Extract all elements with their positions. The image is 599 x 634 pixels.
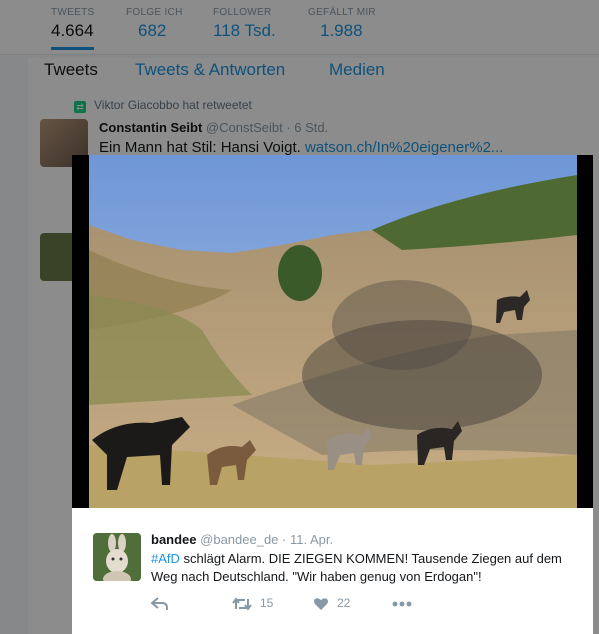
heart-icon [314, 598, 328, 610]
hashtag-link[interactable]: #AfD [151, 551, 180, 566]
goats-photo [89, 155, 577, 508]
like-button[interactable]: 22 [313, 596, 350, 611]
tweet-card: bandee @bandee_de · 11. Apr. #AfD schläg… [72, 508, 593, 634]
reply-icon [150, 597, 168, 610]
avatar[interactable] [93, 533, 141, 581]
reply-button[interactable] [150, 596, 177, 611]
author-handle[interactable]: @bandee_de [200, 532, 278, 547]
tweet-body: schlägt Alarm. DIE ZIEGEN KOMMEN! Tausen… [151, 551, 562, 584]
like-count: 22 [337, 596, 351, 610]
retweet-count: 15 [260, 596, 274, 610]
more-icon [392, 601, 412, 607]
retweet-button[interactable]: 15 [232, 596, 273, 611]
author-name[interactable]: bandee [151, 532, 197, 547]
retweet-icon [232, 597, 252, 611]
more-button[interactable] [392, 596, 420, 610]
tweet-time[interactable]: · 11. Apr. [282, 532, 333, 547]
tweet-text: #AfD schlägt Alarm. DIE ZIEGEN KOMMEN! T… [151, 550, 571, 586]
rabbit-avatar-icon [93, 533, 141, 581]
tweet-header: bandee @bandee_de · 11. Apr. [151, 532, 333, 547]
tweet-photo[interactable] [72, 155, 593, 508]
